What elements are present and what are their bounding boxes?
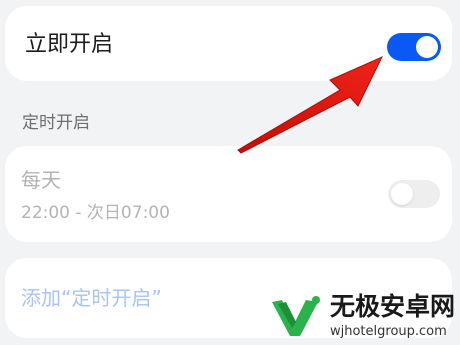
schedule-item-toggle[interactable] xyxy=(388,180,440,208)
watermark-url: wjhotelgroup.com xyxy=(330,324,447,339)
immediate-enable-row[interactable]: 立即开启 xyxy=(5,6,452,81)
immediate-enable-toggle[interactable] xyxy=(387,33,441,61)
immediate-enable-label: 立即开启 xyxy=(25,32,114,57)
toggle-knob xyxy=(416,36,438,58)
watermark-title: 无极安卓网 xyxy=(330,292,456,321)
schedule-item-name: 每天 xyxy=(21,168,61,192)
add-schedule-button[interactable]: 添加“定时开启” xyxy=(21,286,162,310)
watermark-logo-icon xyxy=(272,296,320,336)
schedule-item-row[interactable]: 每天 22:00 - 次日07:00 xyxy=(5,146,452,242)
site-watermark: 无极安卓网 wjhotelgroup.com xyxy=(264,290,460,345)
toggle-knob xyxy=(391,183,413,205)
schedule-section-header: 定时开启 xyxy=(22,113,90,133)
schedule-item-time: 22:00 - 次日07:00 xyxy=(21,203,170,223)
